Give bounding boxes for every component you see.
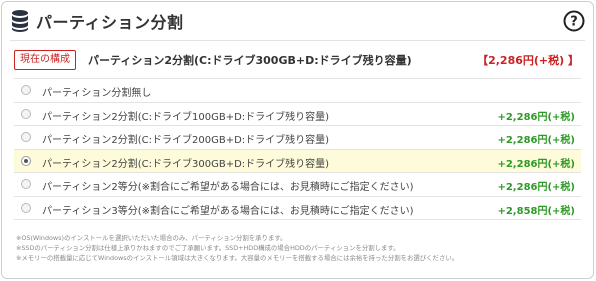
option-row[interactable]: パーティション分割無し: [14, 79, 581, 103]
option-label: パーティション2分割(C:ドライブ100GB+D:ドライブ残り容量): [42, 111, 330, 123]
footnote: ※メモリーの搭載量に応じてWindowsのインストール領域は大きくなります。大容…: [16, 254, 459, 262]
radio-button[interactable]: [21, 132, 31, 142]
option-label: パーティション2分割(C:ドライブ300GB+D:ドライブ残り容量): [42, 158, 330, 170]
database-icon: [12, 10, 28, 32]
option-price: +2,286円(+税): [497, 111, 575, 123]
option-price: +2,286円(+税): [497, 158, 575, 170]
radio-button[interactable]: [21, 179, 31, 189]
option-label: パーティション3等分(※割合にご希望がある場合には、お見積時にご指定ください): [42, 205, 414, 217]
option-row[interactable]: パーティション2等分(※割合にご希望がある場合には、お見積時にご指定ください) …: [14, 173, 581, 197]
option-price: +2,286円(+税): [497, 135, 575, 146]
footnote: ※OS(Windows)のインストールを選択いただいた場合のみ、パーティション分…: [16, 234, 287, 242]
option-row[interactable]: パーティション3等分(※割合にご希望がある場合には、お見積時にご指定ください) …: [14, 196, 581, 220]
option-row[interactable]: パーティション2分割(C:ドライブ100GB+D:ドライブ残り容量) +2,28…: [14, 102, 581, 126]
option-price: +2,858円(+税): [497, 205, 575, 217]
option-row-selected[interactable]: パーティション2分割(C:ドライブ300GB+D:ドライブ残り容量) +2,28…: [14, 149, 581, 173]
option-label: パーティション2分割(C:ドライブ200GB+D:ドライブ残り容量): [42, 135, 330, 146]
current-config: 現在の構成 パーティション2分割(C:ドライブ300GB+D:ドライブ残り容量)…: [14, 50, 581, 72]
radio-button[interactable]: [21, 85, 31, 95]
footnotes: ※OS(Windows)のインストールを選択いただいた場合のみ、パーティション分…: [16, 233, 583, 263]
current-config-name: パーティション2分割(C:ドライブ300GB+D:ドライブ残り容量): [88, 54, 412, 67]
radio-button-checked[interactable]: [21, 155, 31, 166]
header-divider: [10, 40, 585, 41]
partition-options: パーティション分割無し パーティション2分割(C:ドライブ100GB+D:ドライ…: [14, 78, 581, 220]
footnote: ※SSDのパーティション分割は仕様上承りかねますのでご了承願います。SSD+HD…: [16, 244, 400, 252]
radio-button[interactable]: [21, 108, 31, 119]
help-icon[interactable]: ?: [563, 10, 585, 32]
option-label: パーティション2等分(※割合にご希望がある場合には、お見積時にご指定ください): [42, 182, 414, 193]
option-price: +2,286円(+税): [497, 182, 575, 193]
svg-text:?: ?: [570, 15, 578, 30]
option-label: パーティション分割無し: [42, 88, 152, 99]
panel-header: パーティション分割 ?: [2, 2, 593, 41]
option-row[interactable]: パーティション2分割(C:ドライブ200GB+D:ドライブ残り容量) +2,28…: [14, 126, 581, 150]
current-config-price: 【2,286円(+税) 】: [477, 54, 579, 67]
partition-panel: パーティション分割 ? 現在の構成 パーティション2分割(C:ドライブ300GB…: [1, 1, 594, 279]
page-title: パーティション分割: [36, 13, 184, 32]
radio-button[interactable]: [21, 202, 31, 213]
current-config-badge: 現在の構成: [14, 50, 76, 70]
